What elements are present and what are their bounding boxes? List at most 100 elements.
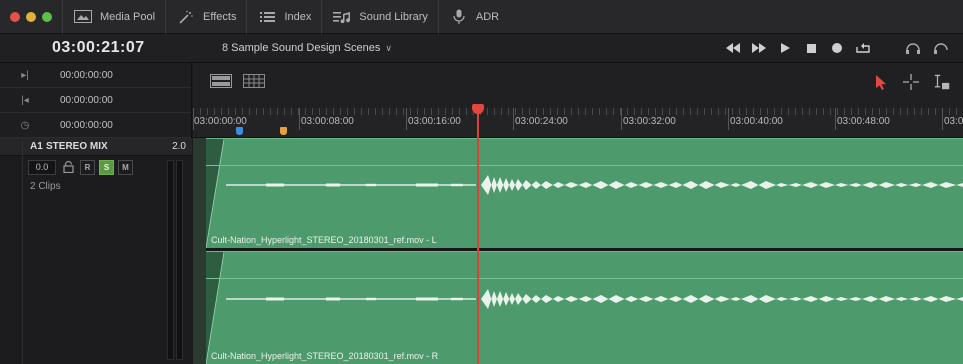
in-timecode-row: ▸| 00:00:00:00 [0,63,191,88]
effects-label: Effects [203,10,237,23]
orange-marker[interactable] [280,127,287,135]
record-arm-button[interactable]: R [80,159,95,175]
zoom-window-button[interactable] [42,11,52,22]
link-icon [934,43,948,54]
ruler-major-tick [942,108,943,130]
ruler-label: 03:00:00:00 [194,116,247,127]
ruler-label: 03:00:16:00 [408,116,461,127]
out-timecode-row: |◂ 00:00:00:00 [0,88,191,113]
effects-wand-icon [176,10,196,24]
adr-label: ADR [475,10,500,23]
chevron-down-icon: ∨ [385,42,392,53]
playhead-line[interactable] [477,108,479,364]
track-view-button[interactable] [210,74,232,88]
duration-clock-icon: ◷ [20,119,30,131]
snapping-button[interactable] [905,39,923,57]
index-button[interactable]: Index [246,0,321,34]
snapping-icon [906,43,920,54]
top-toolbar: Media Pool Effects Index Sound Library A… [0,0,963,34]
track-header-a1: A1 STEREO MIX 2.0 0.0 R S M 2 Clips [0,138,192,364]
stop-button[interactable] [802,39,820,57]
track-gap [193,138,206,364]
track-volume-field[interactable]: 0.0 [28,159,56,175]
link-button[interactable] [933,39,951,57]
header-right-icons [905,39,951,57]
stop-icon [806,43,816,53]
record-icon [832,43,842,53]
ruler-major-tick [513,108,514,130]
timeline-toolbar [193,63,963,108]
minimize-window-button[interactable] [26,11,36,22]
ruler-major-tick [835,108,836,130]
mark-out-icon: |◂ [21,94,29,106]
ruler-label: 03:00:48:00 [837,116,890,127]
timeline-name: 8 Sample Sound Design Scenes [222,42,381,54]
timeline-header: 03:00:21:07 8 Sample Sound Design Scenes… [0,34,963,63]
lock-icon [62,161,74,173]
window-controls [0,11,62,22]
focus-tool-button[interactable] [933,72,951,92]
sound-library-button[interactable]: Sound Library [321,0,438,34]
track-name[interactable]: STEREO MIX [46,141,162,152]
audio-clip-left[interactable]: Cult-Nation_Hyperlight_STEREO_20180301_r… [206,138,963,248]
timecode-ruler[interactable]: 03:00:00:00 03:00:08:00 03:00:16:00 03:0… [193,108,963,138]
loop-button[interactable] [854,39,872,57]
track-level-meters [167,160,185,360]
ruler-label: 03:00:08:00 [301,116,354,127]
media-pool-label: Media Pool [100,10,156,23]
clip-name-right: Cult-Nation_Hyperlight_STEREO_20180301_r… [211,351,439,361]
track-view-icon [210,74,232,88]
transport-controls [724,39,872,57]
loop-icon [856,43,870,53]
focus-tool-icon [934,74,950,90]
fast-forward-icon [752,43,766,53]
duration-timecode-row: ◷ 00:00:00:00 [0,113,191,138]
clip-count: 2 Clips [30,181,61,192]
sound-library-icon [332,10,352,24]
index-label: Index [284,10,312,23]
track-id: A1 [30,141,43,152]
range-tool-button[interactable] [902,72,920,92]
ruler-minor-ticks [193,108,963,115]
crosshair-icon [903,74,919,90]
play-button[interactable] [776,39,794,57]
track-controls: 0.0 R S M [0,156,192,178]
arrow-pointer-icon [875,74,886,90]
timeline-track-area[interactable]: Cult-Nation_Hyperlight_STEREO_20180301_r… [193,138,963,364]
index-list-icon [257,10,277,24]
ruler-major-tick [621,108,622,130]
rewind-button[interactable] [724,39,742,57]
duration-timecode[interactable]: 00:00:00:00 [60,120,113,131]
play-icon [780,43,790,53]
ruler-major-tick [406,108,407,130]
ruler-label: 03:00:32:00 [623,116,676,127]
media-pool-button[interactable]: Media Pool [62,0,165,34]
in-timecode[interactable]: 00:00:00:00 [60,70,113,81]
media-pool-icon [73,10,93,24]
ruler-label: 03:0 [944,116,963,127]
ruler-label: 03:00:40:00 [730,116,783,127]
record-button[interactable] [828,39,846,57]
audio-clip-right[interactable]: Cult-Nation_Hyperlight_STEREO_20180301_r… [206,251,963,364]
close-window-button[interactable] [10,11,20,22]
track-lock-button[interactable] [60,160,76,175]
grid-view-button[interactable] [243,74,265,88]
timeline-selector[interactable]: 8 Sample Sound Design Scenes ∨ [222,42,392,54]
out-timecode[interactable]: 00:00:00:00 [60,95,113,106]
adr-button[interactable]: ADR [437,0,509,34]
waveform-left [226,175,963,195]
ruler-major-tick [299,108,300,130]
solo-button[interactable]: S [99,159,114,175]
microphone-icon [449,9,469,24]
ruler-major-tick [728,108,729,130]
track-channel-format: 2.0 [172,141,186,152]
clip-name-left: Cult-Nation_Hyperlight_STEREO_20180301_r… [211,235,437,245]
blue-marker[interactable] [236,127,243,135]
fast-forward-button[interactable] [750,39,768,57]
mark-in-icon: ▸| [21,69,29,81]
track-title-bar: A1 STEREO MIX 2.0 [0,138,192,156]
effects-button[interactable]: Effects [165,0,246,34]
mute-button[interactable]: M [118,159,133,175]
selection-tool-button[interactable] [872,72,890,92]
waveform-right [226,289,963,309]
